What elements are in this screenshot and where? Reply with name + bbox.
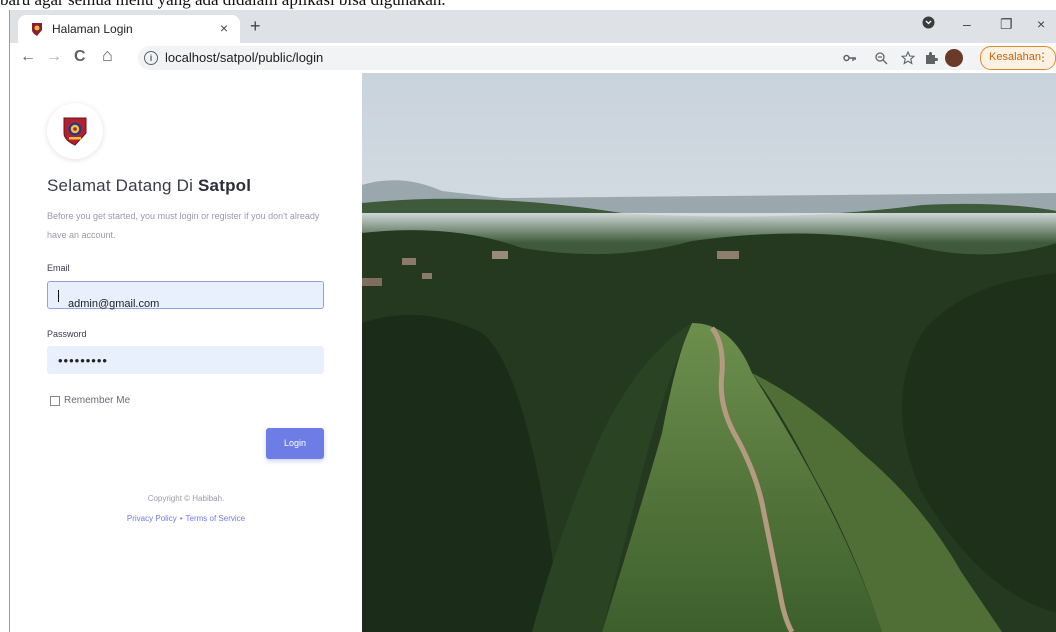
key-icon[interactable] [843,53,857,63]
welcome-brand: Satpol [198,176,252,195]
tab-login[interactable]: Halaman Login × [18,15,240,43]
hero-image [362,73,1056,632]
text-caret [58,290,59,303]
document-caption: baru agar semua menu yang ada didalam ap… [0,0,1056,9]
privacy-policy-link[interactable]: Privacy Policy [127,514,177,523]
remember-me-label: Remember Me [64,395,131,406]
welcome-prefix: Selamat Datang Di [47,176,199,195]
extensions-icon[interactable] [924,51,938,65]
password-value: ••••••••• [58,353,108,368]
forward-button[interactable]: → [46,49,62,65]
info-icon[interactable]: i [144,51,158,65]
link-separator: • [179,514,183,523]
star-icon[interactable] [901,51,915,65]
chrome-dark-mode-icon[interactable] [922,16,935,32]
tab-title: Halaman Login [52,22,133,36]
minimize-button[interactable]: – [963,16,971,32]
login-subtitle: Before you get started, you must login o… [47,211,320,240]
page-content: Selamat Datang Di Satpol Before you get … [10,73,1056,632]
remember-me-checkbox[interactable] [50,396,60,406]
restore-button[interactable]: ❐ [1000,16,1013,33]
welcome-heading: Selamat Datang Di Satpol [47,176,251,196]
footer-links: Privacy Policy • Terms of Service [10,514,362,523]
error-badge[interactable]: Kesalahan ⋮ [980,46,1056,70]
email-value: admin@gmail.com [68,298,160,310]
email-label: Email [47,263,70,273]
new-tab-button[interactable]: + [250,17,261,35]
browser-toolbar: ← → C ⌂ i localhost/satpol/public/login … [10,43,1056,74]
password-field[interactable]: ••••••••• [47,346,324,374]
profile-avatar[interactable] [945,49,963,67]
tab-close-icon[interactable]: × [220,20,228,36]
back-button[interactable]: ← [20,49,36,65]
url-text: localhost/satpol/public/login [165,50,324,65]
browser-window: Halaman Login × + – ❐ × ← → C ⌂ i localh… [9,10,1056,632]
home-button[interactable]: ⌂ [102,46,113,64]
satpol-logo [47,103,103,159]
zoom-icon[interactable] [874,51,888,65]
tab-strip: Halaman Login × + – ❐ × [10,10,1056,43]
login-panel: Selamat Datang Di Satpol Before you get … [10,73,362,632]
error-badge-label: Kesalahan [989,51,1041,63]
address-bar[interactable]: i localhost/satpol/public/login [138,46,1038,70]
forest-ridge-image [362,73,1056,632]
password-label: Password [47,329,87,339]
satpol-favicon-icon [32,23,42,36]
copyright-text: Copyright © Habibah. [147,494,225,503]
login-button[interactable]: Login [266,428,324,459]
browser-menu-icon[interactable]: ⋮ [1037,50,1049,64]
email-field[interactable]: admin@gmail.com [47,281,324,310]
terms-of-service-link[interactable]: Terms of Service [186,514,246,523]
satpol-emblem-icon [63,117,87,146]
reload-button[interactable]: C [74,49,86,65]
close-window-button[interactable]: × [1037,16,1045,32]
